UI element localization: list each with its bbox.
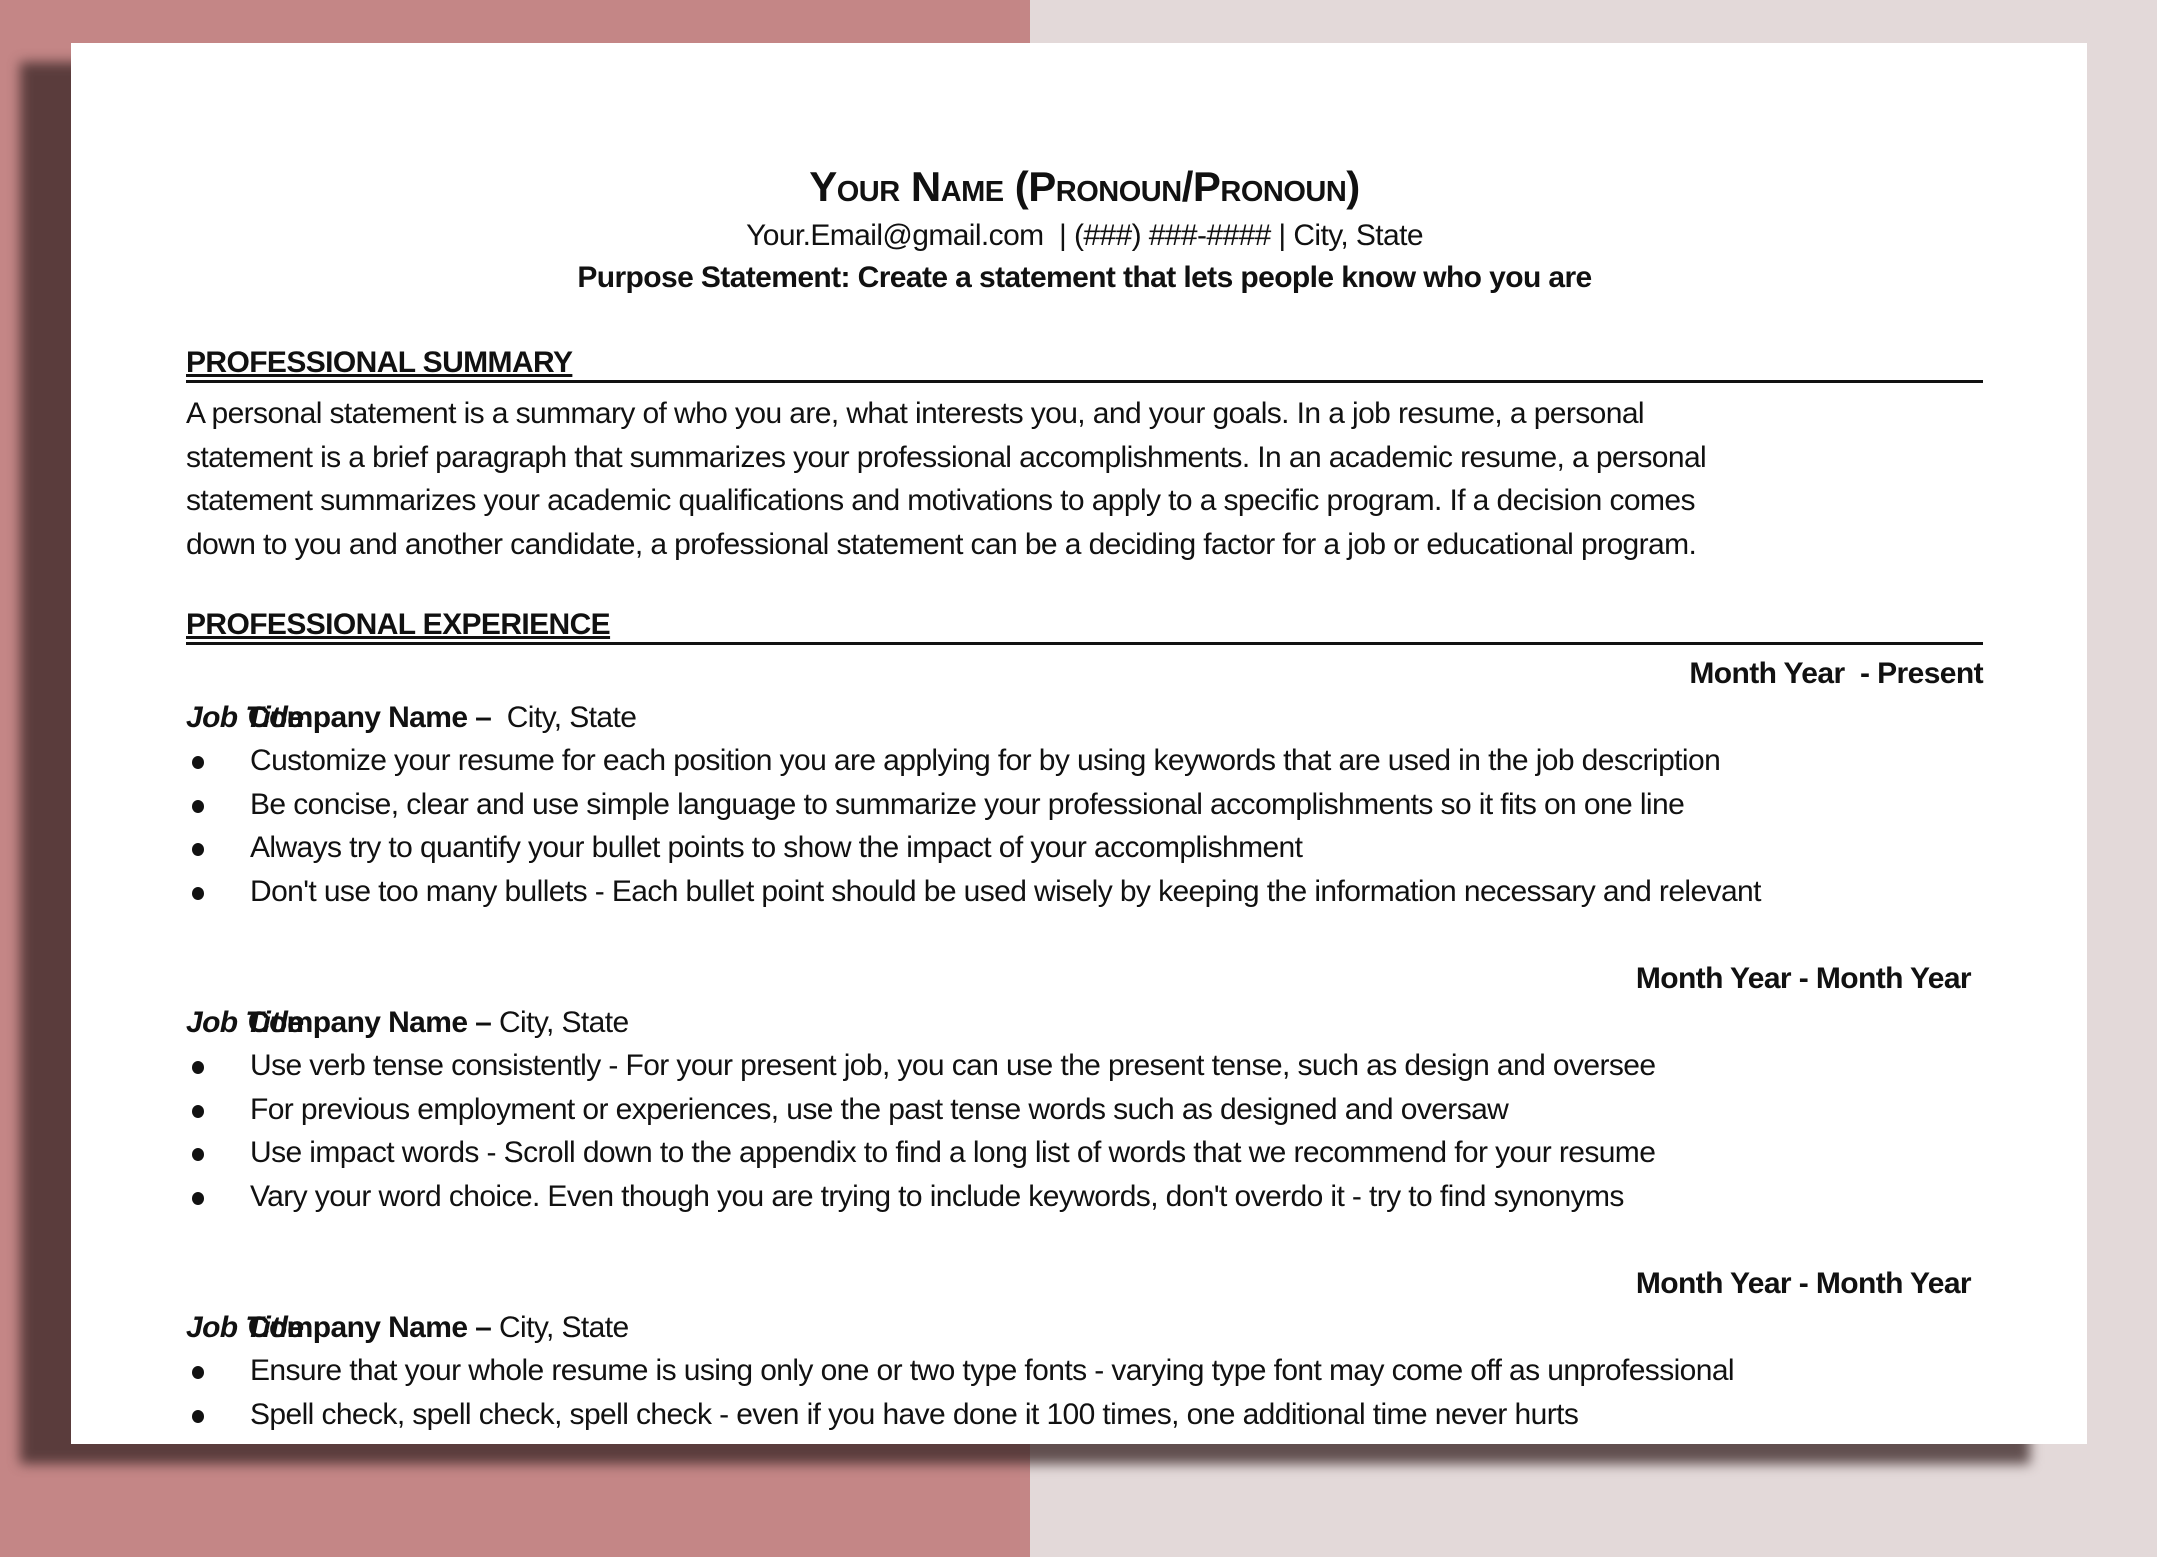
- bullet-dot-icon: [192, 1148, 204, 1162]
- resume-name: Your Name (Pronoun/Pronoun): [809, 163, 1360, 210]
- company-location: City, State: [491, 1310, 629, 1344]
- bullet-list: Customize your resume for each position …: [186, 739, 1983, 913]
- bullet-item: Don't use too many bullets - Each bullet…: [186, 870, 1983, 914]
- bullet-dot-icon: [192, 886, 204, 900]
- company-name: Company Name –: [247, 700, 492, 734]
- bullet-item: Always try to quantify your bullet point…: [186, 826, 1983, 870]
- company-location: City, State: [491, 700, 637, 734]
- section-heading-summary: PROFESSIONAL SUMMARY: [186, 347, 1983, 383]
- company-name: Company Name –: [247, 1005, 492, 1039]
- bullet-item: Be concise, clear and use simple languag…: [186, 783, 1983, 827]
- summary-line: A personal statement is a summary of who…: [186, 397, 1645, 430]
- bullet-text: Spell check, spell check, spell check - …: [250, 1397, 1579, 1431]
- bullet-text: Use verb tense consistently - For your p…: [250, 1049, 1656, 1083]
- section-heading-experience: PROFESSIONAL EXPERIENCE: [186, 609, 1983, 645]
- company-name: Company Name –: [247, 1310, 492, 1344]
- bullet-text: Customize your resume for each position …: [250, 744, 1721, 778]
- summary-line: statement summarizes your academic quali…: [186, 484, 1695, 518]
- bullet-item: [186, 1436, 1983, 1444]
- bullet-item: Spell check, spell check, spell check - …: [186, 1393, 1983, 1437]
- bullet-item: Ensure that your whole resume is using o…: [186, 1349, 1983, 1393]
- bullet-text: Always try to quantify your bullet point…: [250, 831, 1303, 865]
- experience-entry: Company Name – City, State Month Year - …: [186, 1262, 1983, 1444]
- bullet-item: Customize your resume for each position …: [186, 739, 1983, 783]
- summary-line: down to you and another candidate, a pro…: [186, 527, 1697, 561]
- date-range: Month Year - Month Year: [1635, 962, 1972, 995]
- bullet-dot-icon: [192, 799, 204, 813]
- bullet-dot-icon: [192, 843, 204, 857]
- bullet-item: Vary your word choice. Even though you a…: [186, 1175, 1983, 1219]
- entry-header: Company Name – City, State Month Year - …: [186, 957, 1983, 1039]
- contact-line: Your.Email@gmail.com | (###) ###-#### | …: [746, 219, 1423, 252]
- bullet-text: Be concise, clear and use simple languag…: [250, 787, 1685, 821]
- date-range: Month Year - Month Year: [1635, 1267, 1972, 1300]
- bullet-dot-icon: [192, 1104, 204, 1118]
- bullet-list: Ensure that your whole resume is using o…: [186, 1349, 1983, 1444]
- bullet-text: For previous employment or experiences, …: [250, 1092, 1509, 1126]
- company-location: City, State: [491, 1005, 629, 1039]
- bullet-text: Don't use too many bullets - Each bullet…: [250, 874, 1761, 908]
- summary-line: statement is a brief paragraph that summ…: [186, 440, 1707, 474]
- bullet-text: Vary your word choice. Even though you a…: [250, 1179, 1624, 1213]
- bullet-dot-icon: [192, 1366, 204, 1380]
- bullet-list: Use verb tense consistently - For your p…: [186, 1044, 1983, 1218]
- entry-header: Company Name – City, State Month Year - …: [186, 1262, 1983, 1344]
- experience-entry: Company Name – City, State Month Year - …: [186, 652, 1984, 914]
- bullet-text: Use impact words - Scroll down to the ap…: [250, 1136, 1656, 1170]
- bullet-dot-icon: [192, 1061, 204, 1075]
- purpose-statement: Purpose Statement: Create a statement th…: [577, 261, 1592, 294]
- experience-entry: Company Name – City, State Month Year - …: [186, 957, 1983, 1219]
- bullet-text: Ensure that your whole resume is using o…: [250, 1354, 1735, 1388]
- bullet-item: Use verb tense consistently - For your p…: [186, 1044, 1983, 1088]
- bullet-item: For previous employment or experiences, …: [186, 1088, 1983, 1132]
- bullet-dot-icon: [192, 1409, 204, 1423]
- resume-page: Your Name (Pronoun/Pronoun) Your.Email@g…: [71, 43, 2087, 1444]
- date-range: Month Year - Present: [1689, 657, 1983, 690]
- entry-header: Company Name – City, State Month Year - …: [186, 652, 1984, 734]
- summary-paragraph: A personal statement is a summary of who…: [186, 392, 1983, 566]
- bullet-dot-icon: [192, 1191, 204, 1205]
- bullet-dot-icon: [192, 756, 204, 770]
- bullet-item: Use impact words - Scroll down to the ap…: [186, 1131, 1983, 1175]
